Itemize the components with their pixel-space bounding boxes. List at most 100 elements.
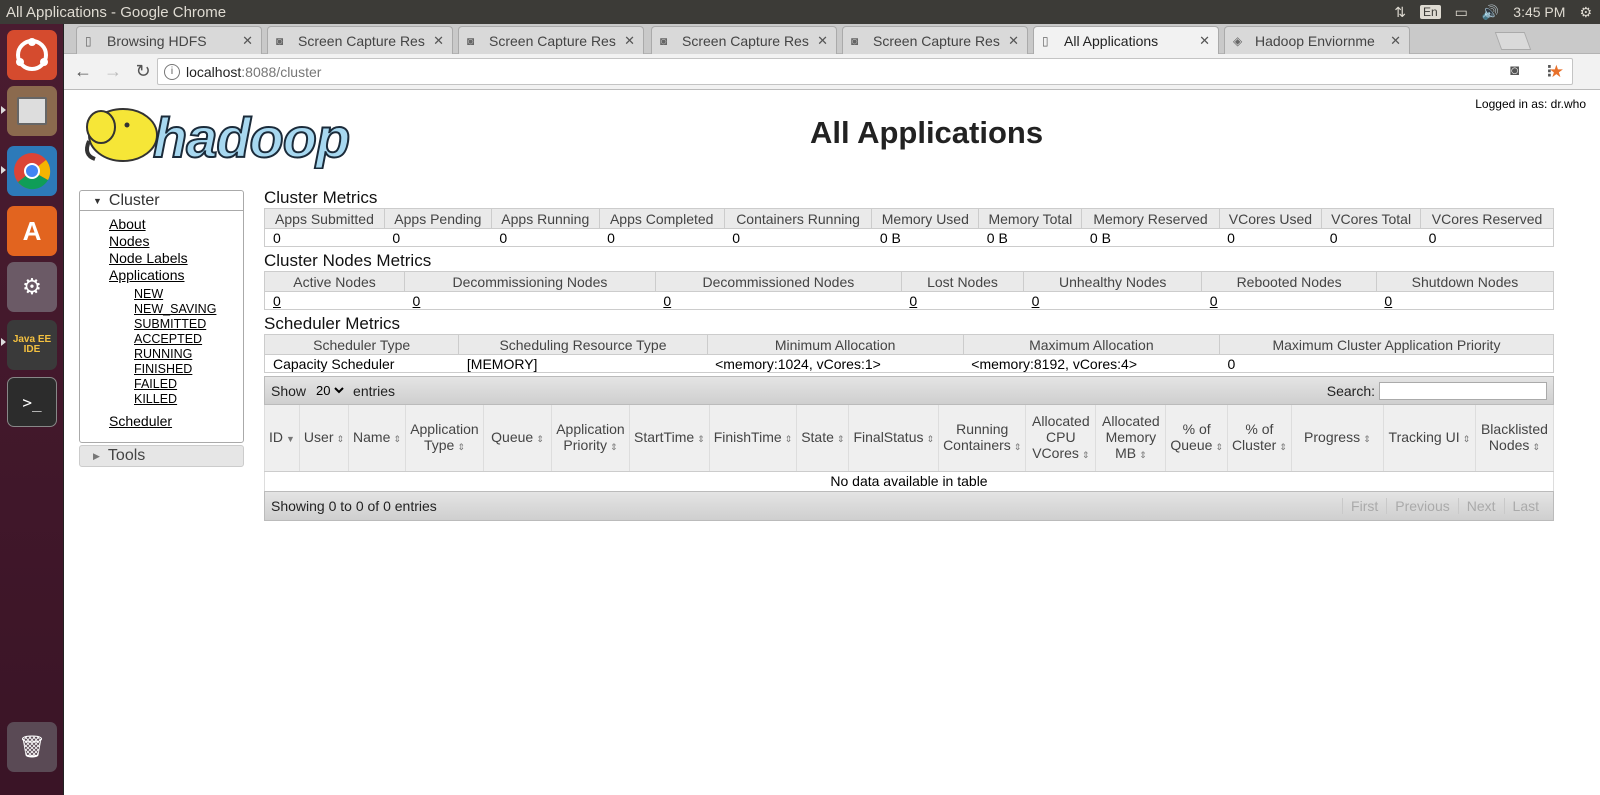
close-icon[interactable]: ✕ [242,33,253,49]
nav-link-state-running[interactable]: RUNNING [134,347,243,362]
close-icon[interactable]: ✕ [624,33,635,49]
back-button[interactable]: ← [70,61,96,82]
close-icon[interactable]: ✕ [433,33,444,49]
nav-link-state-killed[interactable]: KILLED [134,392,243,407]
sortable-col-header[interactable]: Application Priority ⇕ [551,405,630,472]
show-label: Show [271,382,307,399]
shutdown-nodes-link[interactable]: 0 [1384,293,1392,309]
decommissioning-nodes-link[interactable]: 0 [413,293,421,309]
terminal-icon[interactable]: >_ [7,377,57,427]
keyboard-language-indicator[interactable]: En [1419,5,1441,19]
metric-value: 0 [724,228,872,247]
close-icon[interactable]: ✕ [1008,33,1019,49]
sort-icon: ⇕ [784,433,793,444]
sort-icon: ⇕ [1532,441,1540,452]
nav-link-state-accepted[interactable]: ACCEPTED [134,332,243,347]
files-icon[interactable] [7,86,57,136]
rebooted-nodes-link[interactable]: 0 [1210,293,1218,309]
nav-link-about[interactable]: About [109,216,243,233]
active-nodes-link[interactable]: 0 [273,293,281,309]
nav-link-scheduler[interactable]: Scheduler [109,413,243,430]
metric-value: [MEMORY] [458,354,708,373]
gear-icon[interactable]: ⚙ [1579,4,1592,21]
cluster-section-header[interactable]: ▼ Cluster [80,191,243,211]
sortable-col-header[interactable]: State ⇕ [796,405,850,472]
volume-icon[interactable]: 🔊 [1482,4,1499,21]
sortable-col-header[interactable]: User ⇕ [299,405,350,472]
hadoop-logo[interactable]: hadoop [81,97,376,170]
close-icon[interactable]: ✕ [1390,33,1401,49]
tab-screen-capture-3[interactable]: ◙ Screen Capture Res ✕ [651,26,837,54]
table-info: Showing 0 to 0 of 0 entries [271,498,437,514]
col-header: VCores Used [1218,208,1323,229]
sortable-col-header[interactable]: Allocated Memory MB ⇕ [1095,405,1167,472]
search-input[interactable] [1379,381,1547,400]
col-header: Memory Reserved [1081,208,1220,229]
nav-link-state-finished[interactable]: FINISHED [134,362,243,377]
nav-link-state-submitted[interactable]: SUBMITTED [134,317,243,332]
nav-link-nodes[interactable]: Nodes [109,233,243,250]
sortable-col-header[interactable]: FinalStatus ⇕ [848,405,940,472]
triangle-down-icon: ▼ [93,195,102,206]
tools-section-header[interactable]: ▶ Tools [79,445,244,467]
tab-hadoop-environment[interactable]: ◈ Hadoop Enviornme ✕ [1224,26,1410,54]
nav-link-state-new-saving[interactable]: NEW_SAVING [134,302,243,317]
running-indicator [1,166,6,174]
nav-link-state-new[interactable]: NEW [134,287,243,302]
sortable-col-header[interactable]: Progress ⇕ [1291,405,1384,472]
page-icon: ▯ [1042,33,1049,48]
sortable-col-header[interactable]: Allocated CPU VCores ⇕ [1025,405,1097,472]
reload-button[interactable]: ↻ [130,61,156,82]
login-status: Logged in as: dr.who [1475,97,1586,111]
sortable-col-header[interactable]: % of Cluster ⇕ [1227,405,1292,472]
lost-nodes-link[interactable]: 0 [909,293,917,309]
launcher: A ⚙ Java EE IDE >_ 🗑 [0,24,64,795]
sortable-col-header[interactable]: Name ⇕ [348,405,406,472]
eclipse-ide-icon[interactable]: Java EE IDE [7,320,57,370]
clock[interactable]: 3:45 PM [1513,4,1565,20]
close-icon[interactable]: ✕ [817,33,828,49]
nav-link-applications[interactable]: Applications [109,267,243,284]
unhealthy-nodes-link[interactable]: 0 [1032,293,1040,309]
sortable-col-header[interactable]: Blacklisted Nodes ⇕ [1475,405,1555,472]
decommissioned-nodes-link[interactable]: 0 [663,293,671,309]
address-bar[interactable]: i localhost:8088/cluster ★ [157,58,1573,85]
settings-icon[interactable]: ⚙ [7,262,57,312]
tab-browsing-hdfs[interactable]: ▯ Browsing HDFS ✕ [76,26,262,54]
new-tab-button[interactable] [1494,32,1532,50]
tab-all-applications[interactable]: ▯ All Applications ✕ [1033,26,1219,54]
pager-next[interactable]: Next [1457,498,1504,514]
menu-icon[interactable]: ⋮ [1542,62,1557,80]
entries-select[interactable]: 20 [312,382,348,399]
sortable-col-header[interactable]: Tracking UI ⇕ [1383,405,1476,472]
sortable-col-header[interactable]: ID ▼ [264,405,300,472]
info-icon[interactable]: i [164,63,180,80]
sortable-col-header[interactable]: % of Queue ⇕ [1165,405,1228,472]
nav-link-node-labels[interactable]: Node Labels [109,250,243,267]
chrome-icon[interactable] [7,146,57,196]
network-icon[interactable]: ⇅ [1394,4,1406,21]
trash-icon[interactable]: 🗑 [7,722,57,772]
forward-button[interactable]: → [100,61,126,82]
sortable-col-header[interactable]: StartTime ⇕ [629,405,710,472]
web-page: hadoop Logged in as: dr.who All Applicat… [65,91,1600,795]
sortable-col-header[interactable]: FinishTime ⇕ [709,405,798,472]
sortable-col-header[interactable]: Application Type ⇕ [405,405,484,472]
tab-screen-capture-2[interactable]: ◙ Screen Capture Res ✕ [458,26,644,54]
screenshot-icon[interactable]: ◙ [1510,62,1519,79]
tab-screen-capture-4[interactable]: ◙ Screen Capture Res ✕ [842,26,1028,54]
col-header: Apps Submitted [264,208,385,229]
sortable-col-header[interactable]: Running Containers ⇕ [938,405,1027,472]
tab-screen-capture-1[interactable]: ◙ Screen Capture Res ✕ [267,26,453,54]
battery-icon[interactable]: ▭ [1455,4,1468,21]
sortable-col-header[interactable]: Queue ⇕ [483,405,552,472]
pager-previous[interactable]: Previous [1386,498,1457,514]
ubuntu-icon[interactable] [7,30,57,80]
close-icon[interactable]: ✕ [1199,33,1210,49]
nav-link-state-failed[interactable]: FAILED [134,377,243,392]
metric-value: 0 [264,228,385,247]
software-center-icon[interactable]: A [7,206,57,256]
pager-first[interactable]: First [1342,498,1386,514]
pager-last[interactable]: Last [1503,498,1547,514]
page-icon: ▯ [85,33,92,48]
